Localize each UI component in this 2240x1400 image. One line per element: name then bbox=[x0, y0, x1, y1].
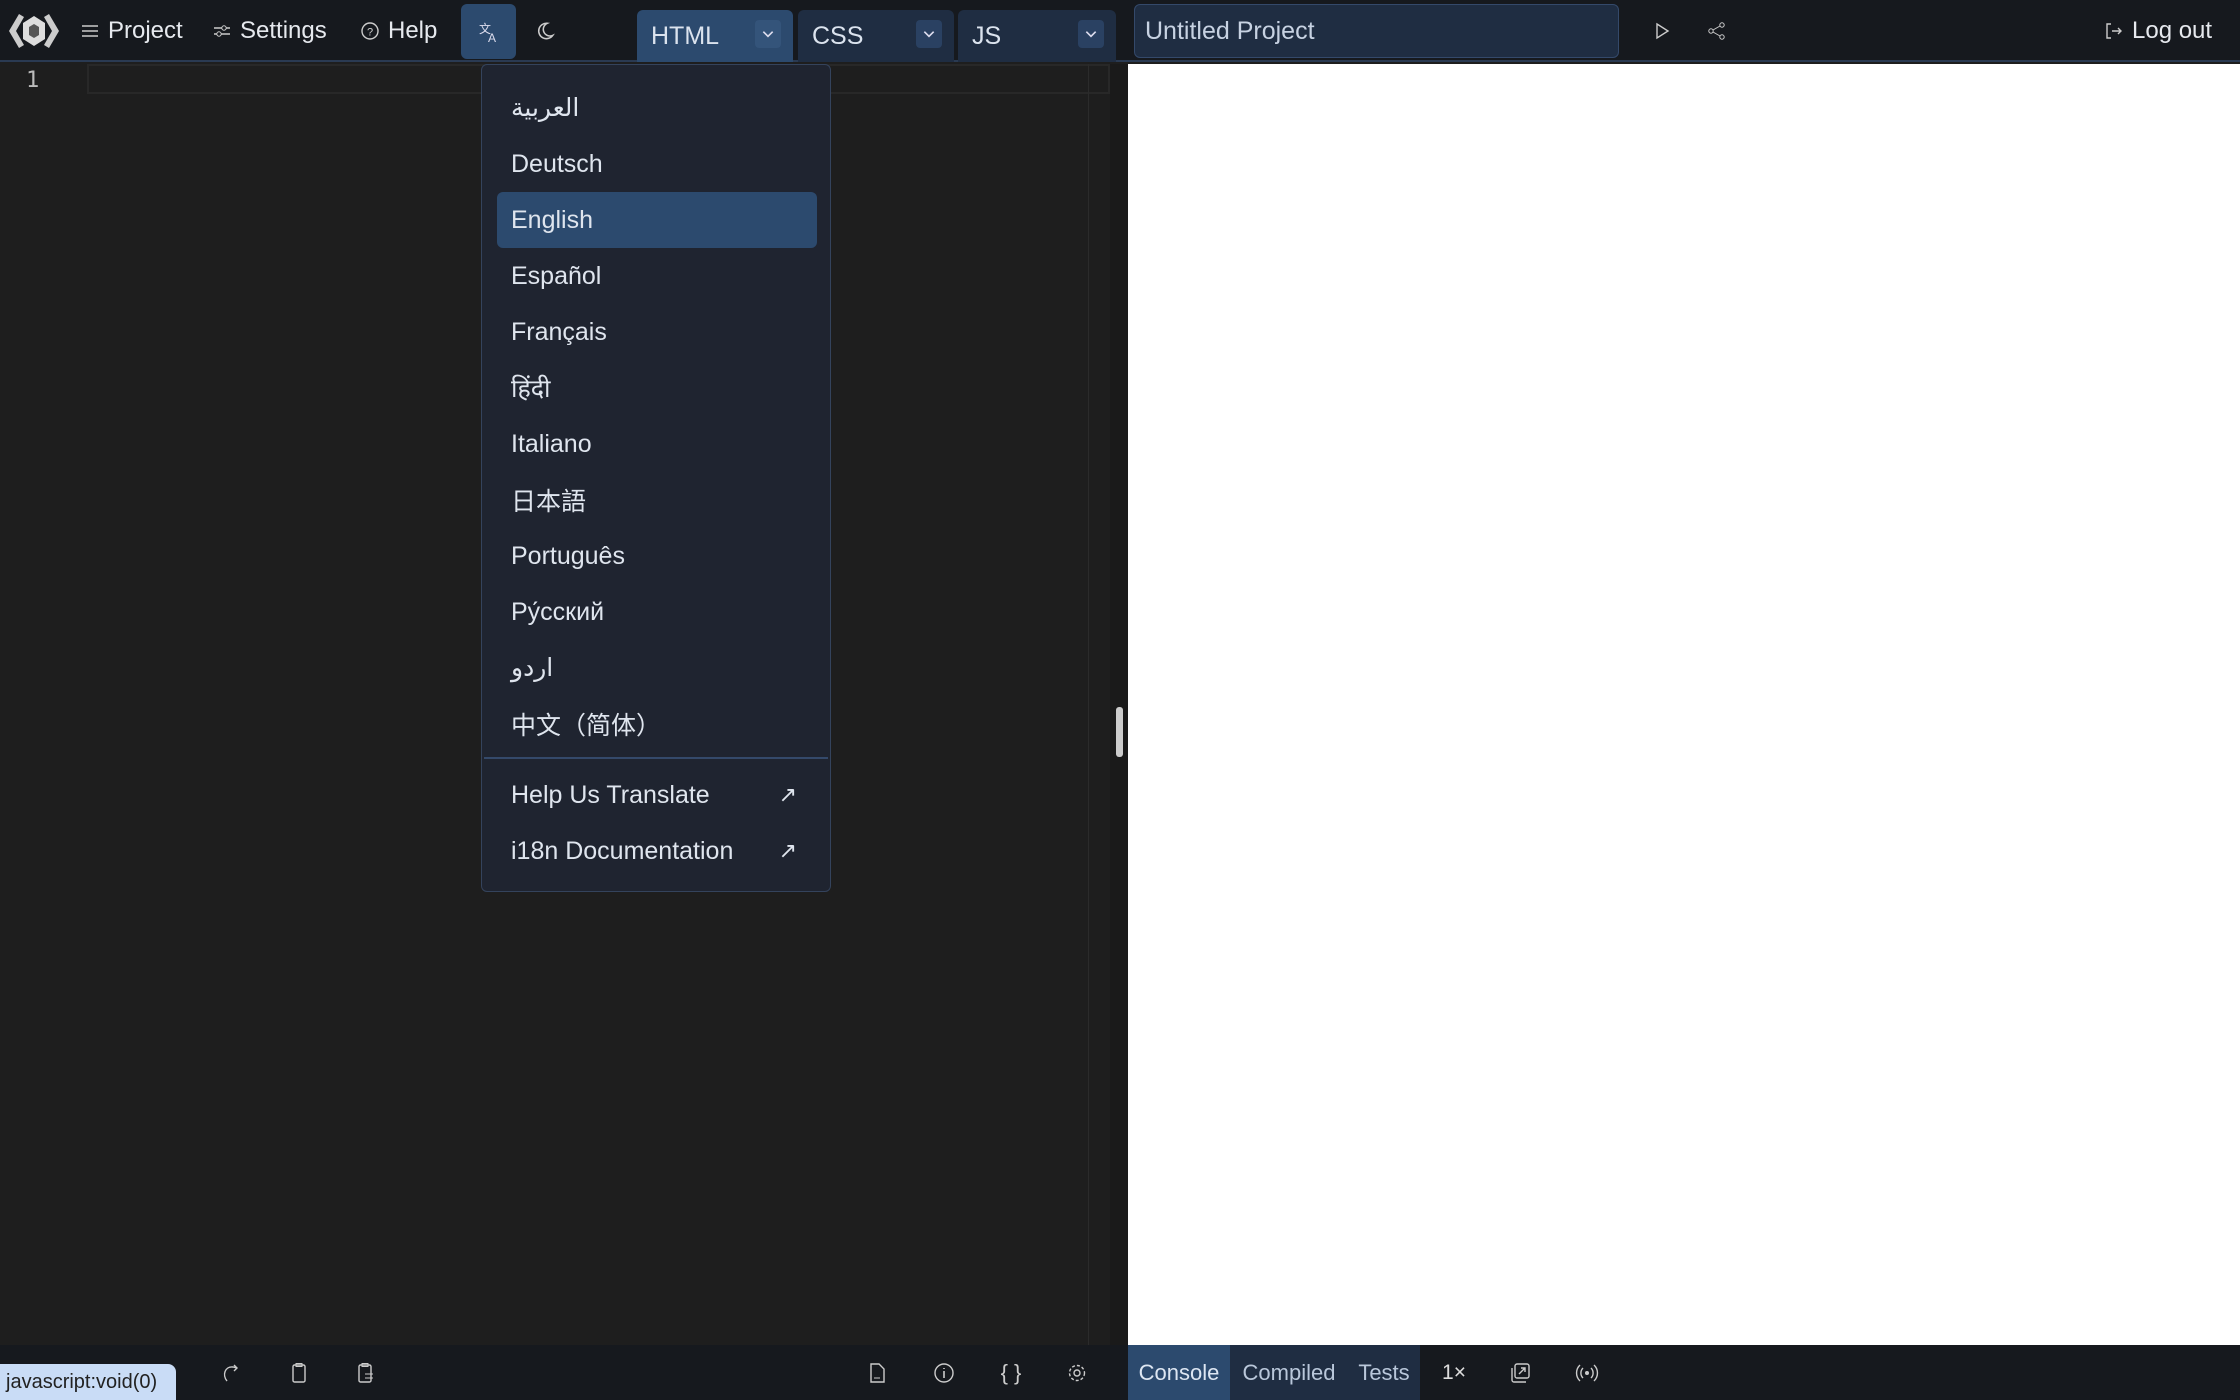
menu-item-label: Português bbox=[511, 541, 625, 570]
logout-icon bbox=[2106, 23, 2122, 39]
tab-html[interactable]: HTML bbox=[637, 10, 793, 62]
help-button[interactable]: ? Help bbox=[360, 0, 437, 62]
sliders-icon bbox=[214, 25, 230, 37]
menu-item-language[interactable]: हिंदी bbox=[497, 360, 817, 416]
logout-button[interactable]: Log out bbox=[2104, 0, 2212, 62]
menu-item-language[interactable]: Italiano bbox=[497, 416, 817, 472]
menu-item-language[interactable]: Ру́сский bbox=[497, 584, 817, 640]
menu-item-label: اردو bbox=[511, 654, 554, 682]
menu-item-label: Italiano bbox=[511, 429, 592, 458]
menu-item-language[interactable]: Español bbox=[497, 248, 817, 304]
project-menu-button[interactable]: Project bbox=[80, 0, 183, 62]
play-icon bbox=[1656, 22, 1670, 40]
menu-item-label: English bbox=[511, 205, 593, 234]
editor-settings-button[interactable] bbox=[1059, 1345, 1095, 1400]
tab-console[interactable]: Console bbox=[1128, 1345, 1230, 1400]
share-icon bbox=[1708, 22, 1725, 40]
tab-css[interactable]: CSS bbox=[798, 10, 954, 62]
translate-icon: 文A bbox=[479, 21, 496, 44]
bottom-toolbar bbox=[0, 1345, 2240, 1400]
menu-icon bbox=[82, 25, 98, 37]
project-info-button[interactable] bbox=[926, 1345, 962, 1400]
settings-label: Settings bbox=[240, 17, 327, 44]
project-label: Project bbox=[108, 17, 183, 44]
line-number: 1 bbox=[26, 68, 40, 93]
menu-item-language[interactable]: 日本語 bbox=[497, 472, 817, 528]
clipboard-icon bbox=[292, 1362, 306, 1383]
tab-label: CSS bbox=[812, 21, 864, 50]
speed-button[interactable]: 1× bbox=[1436, 1345, 1472, 1400]
format-code-button[interactable]: { } bbox=[993, 1345, 1029, 1400]
editor-scrollbar[interactable] bbox=[1088, 64, 1110, 1345]
menu-item-label: हिंदी bbox=[511, 375, 551, 403]
menu-item-label: Español bbox=[511, 261, 602, 290]
menu-divider bbox=[484, 757, 828, 759]
tab-label: JS bbox=[972, 21, 1002, 50]
share-button[interactable] bbox=[1703, 14, 1731, 48]
status-tooltip: javascript:void(0) bbox=[0, 1364, 176, 1400]
menu-item-language[interactable]: اردو bbox=[497, 640, 817, 696]
language-dropdown: العربية Deutsch English Español Français… bbox=[481, 64, 831, 892]
chevron-down-icon[interactable] bbox=[916, 20, 942, 48]
menu-item-label: 中文（简体） bbox=[511, 712, 662, 740]
tab-label: HTML bbox=[651, 21, 720, 50]
svg-text:?: ? bbox=[367, 27, 373, 39]
logout-label: Log out bbox=[2132, 17, 2213, 44]
menu-item-label: العربية bbox=[511, 94, 580, 122]
help-circle-icon: ? bbox=[361, 22, 379, 40]
external-link-icon: ↗ bbox=[778, 838, 797, 863]
broadcast-button[interactable] bbox=[1569, 1345, 1605, 1400]
result-preview[interactable] bbox=[1128, 64, 2240, 1345]
run-button[interactable] bbox=[1648, 14, 1676, 48]
help-label: Help bbox=[388, 17, 438, 44]
menu-item-label: Français bbox=[511, 317, 607, 346]
menu-item-label: 日本語 bbox=[511, 488, 587, 516]
moon-icon bbox=[538, 22, 555, 40]
copy-button[interactable] bbox=[281, 1345, 317, 1400]
menu-item-language[interactable]: Deutsch bbox=[497, 136, 817, 192]
tab-js[interactable]: JS bbox=[958, 10, 1116, 62]
menu-item-language[interactable]: Português bbox=[497, 528, 817, 584]
code-to-image-button[interactable] bbox=[859, 1345, 895, 1400]
info-icon bbox=[934, 1362, 954, 1383]
file-code-icon bbox=[870, 1362, 885, 1383]
menu-item-label: Ру́сский bbox=[511, 597, 605, 626]
language-button[interactable]: 文A bbox=[461, 4, 516, 59]
top-bar bbox=[0, 0, 2240, 62]
braces-icon: { } bbox=[1000, 1359, 1022, 1385]
redo-icon bbox=[223, 1364, 238, 1381]
menu-item-language[interactable]: Français bbox=[497, 304, 817, 360]
menu-item-language[interactable]: 中文（简体） bbox=[497, 696, 817, 752]
clipboard-link-icon bbox=[358, 1362, 373, 1383]
menu-item-label: Deutsch bbox=[511, 149, 603, 178]
tab-compiled[interactable]: Compiled bbox=[1230, 1345, 1348, 1400]
menu-item-label: i18n Documentation bbox=[511, 836, 734, 865]
redo-button[interactable] bbox=[213, 1345, 249, 1400]
help-translate-link[interactable]: Help Us Translate ↗ bbox=[497, 767, 817, 823]
pane-divider[interactable] bbox=[1110, 64, 1128, 1345]
external-window-icon bbox=[1511, 1362, 1530, 1383]
menu-item-language[interactable]: العربية bbox=[497, 80, 817, 136]
open-in-new-window-button[interactable] bbox=[1502, 1345, 1538, 1400]
menu-item-label: Help Us Translate bbox=[511, 780, 710, 809]
copy-as-url-button[interactable] bbox=[348, 1345, 384, 1400]
project-title-input[interactable] bbox=[1134, 4, 1619, 58]
svg-text:A: A bbox=[488, 31, 496, 44]
menu-item-language-selected[interactable]: English bbox=[497, 192, 817, 248]
app-logo-icon[interactable] bbox=[7, 8, 61, 54]
tab-tests[interactable]: Tests bbox=[1348, 1345, 1420, 1400]
resize-handle[interactable] bbox=[1116, 707, 1123, 757]
chevron-down-icon[interactable] bbox=[755, 20, 781, 48]
external-link-icon: ↗ bbox=[778, 782, 797, 807]
chevron-down-icon[interactable] bbox=[1078, 20, 1104, 48]
dark-mode-toggle[interactable] bbox=[530, 12, 560, 50]
i18n-docs-link[interactable]: i18n Documentation ↗ bbox=[497, 823, 817, 879]
gear-icon bbox=[1068, 1364, 1086, 1381]
broadcast-icon bbox=[1575, 1363, 1599, 1382]
settings-button[interactable]: Settings bbox=[212, 0, 327, 62]
